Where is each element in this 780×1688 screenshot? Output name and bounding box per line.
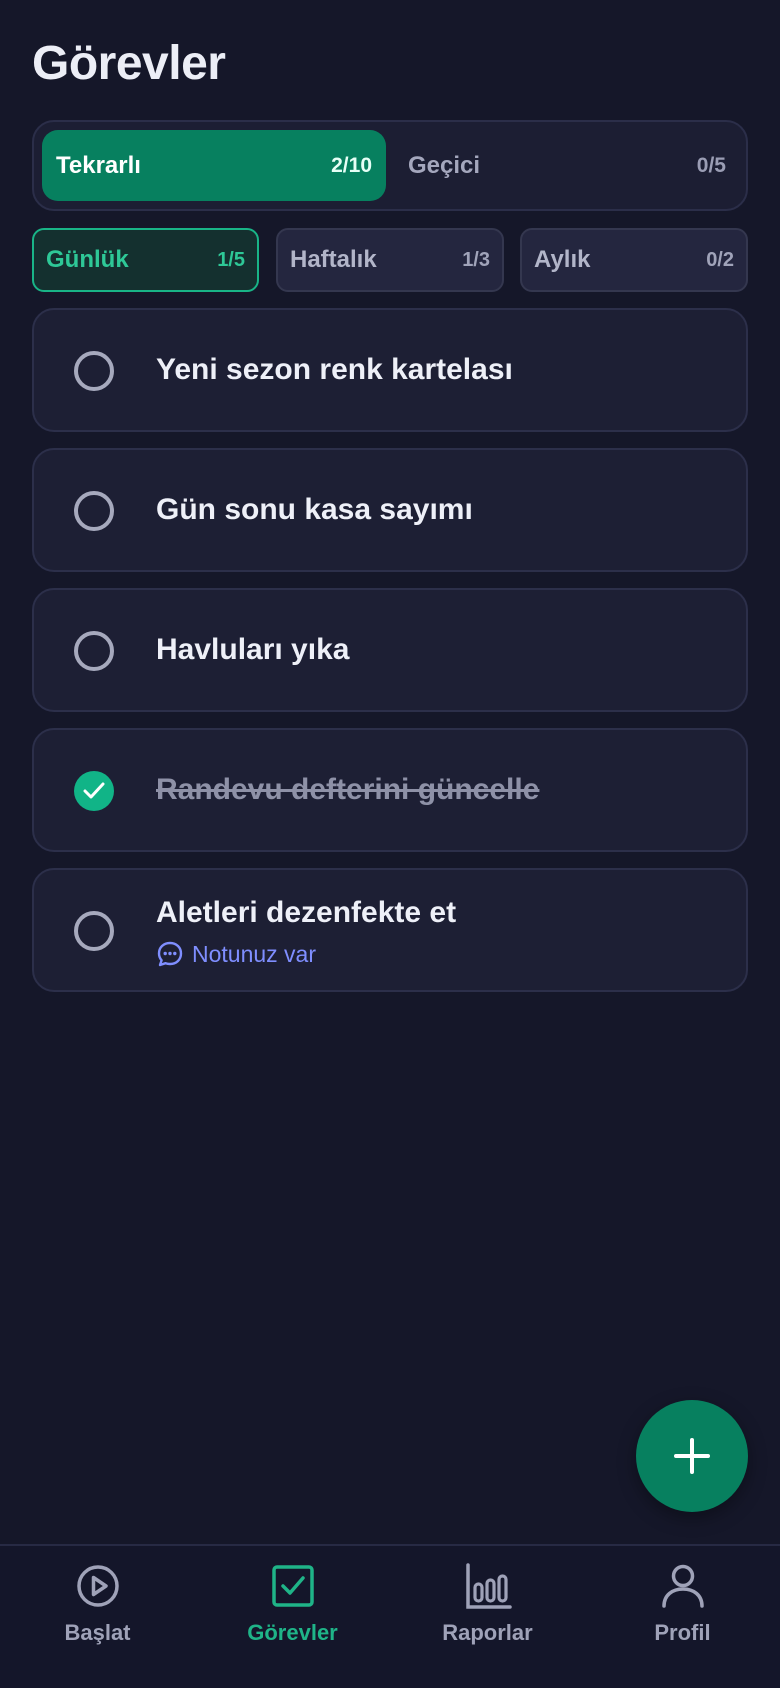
checkbox-icon <box>271 1565 314 1607</box>
nav-item-reports[interactable]: Raporlar <box>390 1562 585 1672</box>
checkbox-circle-icon[interactable] <box>74 351 114 391</box>
nav-item-tasks[interactable]: Görevler <box>195 1562 390 1672</box>
user-icon <box>661 1564 704 1608</box>
tab-weekly-label: Haftalık <box>290 246 377 273</box>
checkbox-circle-icon[interactable] <box>74 911 114 951</box>
task-type-segment: Tekrarlı 2/10 Geçici 0/5 <box>32 120 748 211</box>
tab-monthly-count: 0/2 <box>706 248 734 271</box>
plus-icon <box>674 1438 710 1474</box>
task-note[interactable]: Notunuz var <box>156 940 316 968</box>
tasks-screen: Görevler Tekrarlı 2/10 Geçici 0/5 Günlük… <box>0 0 780 1688</box>
nav-item-label: Raporlar <box>442 1620 533 1645</box>
tab-monthly[interactable]: Aylık 0/2 <box>520 228 748 292</box>
page-title: Görevler <box>32 37 226 90</box>
task-title: Havluları yıka <box>156 633 350 666</box>
bar-chart-icon <box>465 1563 512 1609</box>
checkbox-circle-icon[interactable] <box>74 491 114 531</box>
checkbox-circle-icon[interactable] <box>74 631 114 671</box>
task-card[interactable]: Aletleri dezenfekte et Notunuz var <box>32 868 748 992</box>
task-card[interactable]: Gün sonu kasa sayımı <box>32 448 748 572</box>
task-card[interactable]: Havluları yıka <box>32 588 748 712</box>
tab-daily-count: 1/5 <box>217 248 245 271</box>
checkmark-circle-icon[interactable] <box>74 771 114 811</box>
tab-daily[interactable]: Günlük 1/5 <box>32 228 259 292</box>
task-title: Randevu defterini güncelle <box>156 773 540 806</box>
task-title: Aletleri dezenfekte et <box>156 896 457 929</box>
tab-daily-label: Günlük <box>46 246 129 273</box>
task-title: Gün sonu kasa sayımı <box>156 493 473 526</box>
segment-recurring-count: 2/10 <box>331 153 372 177</box>
tab-weekly-count: 1/3 <box>462 248 490 271</box>
nav-item-label: Başlat <box>64 1620 131 1645</box>
segment-temporary[interactable]: Geçici 0/5 <box>394 130 740 201</box>
nav-item-profile[interactable]: Profil <box>585 1562 780 1672</box>
nav-item-label: Görevler <box>247 1620 338 1645</box>
segment-temporary-count: 0/5 <box>696 153 726 177</box>
add-task-button[interactable] <box>636 1400 748 1512</box>
task-card[interactable]: Yeni sezon renk kartelası <box>32 308 748 432</box>
task-title: Yeni sezon renk kartelası <box>156 353 513 386</box>
chat-bubble-icon <box>157 941 183 967</box>
tab-monthly-label: Aylık <box>534 246 591 273</box>
nav-item-start[interactable]: Başlat <box>0 1562 195 1672</box>
bottom-nav: Başlat Görevler Raporlar Profil <box>0 1544 780 1688</box>
play-circle-icon <box>76 1565 119 1607</box>
segment-recurring-label: Tekrarlı <box>56 151 141 179</box>
nav-item-label: Profil <box>654 1620 711 1645</box>
segment-recurring[interactable]: Tekrarlı 2/10 <box>42 130 386 201</box>
tab-weekly[interactable]: Haftalık 1/3 <box>276 228 504 292</box>
task-note-label: Notunuz var <box>192 940 317 967</box>
task-card-completed[interactable]: Randevu defterini güncelle <box>32 728 748 852</box>
segment-temporary-label: Geçici <box>408 151 481 179</box>
